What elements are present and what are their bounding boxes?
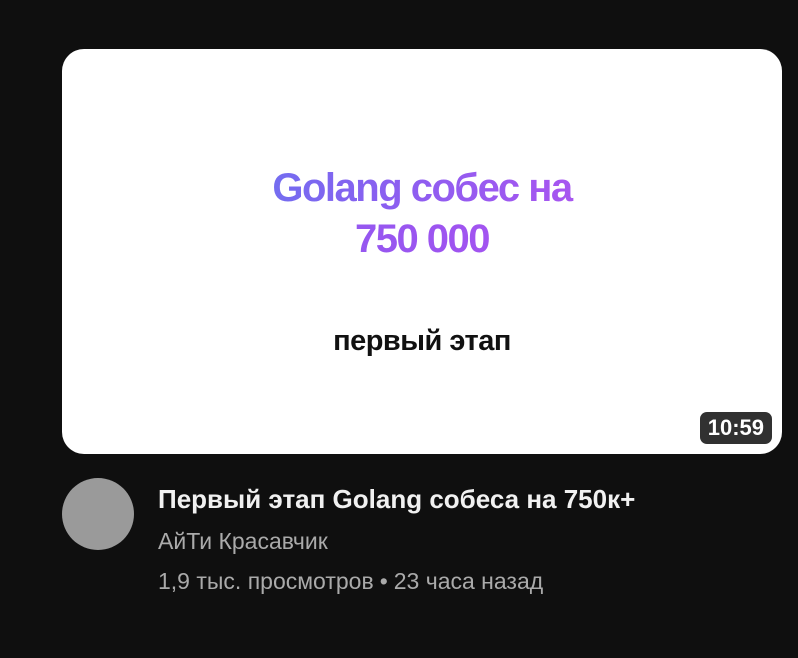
view-count: 1,9 тыс. просмотров bbox=[158, 568, 374, 594]
thumbnail-headline-line1: Golang собес на bbox=[62, 163, 782, 214]
video-meta: Первый этап Golang собеса на 750к+ АйТи … bbox=[158, 478, 778, 596]
page: Golang собес на 750 000 первый этап 10:5… bbox=[0, 0, 798, 658]
channel-avatar[interactable] bbox=[62, 478, 134, 550]
video-details: Первый этап Golang собеса на 750к+ АйТи … bbox=[62, 478, 782, 608]
video-stats: 1,9 тыс. просмотров • 23 часа назад bbox=[158, 566, 778, 596]
thumbnail-headline-line2: 750 000 bbox=[62, 214, 782, 265]
video-title[interactable]: Первый этап Golang собеса на 750к+ bbox=[158, 478, 778, 520]
thumbnail-subtitle: первый этап bbox=[333, 325, 511, 357]
thumbnail-headline: Golang собес на 750 000 bbox=[62, 163, 782, 265]
upload-age: 23 часа назад bbox=[393, 568, 544, 594]
duration-badge: 10:59 bbox=[699, 412, 772, 444]
channel-name[interactable]: АйТи Красавчик bbox=[158, 526, 778, 556]
video-card[interactable]: Golang собес на 750 000 первый этап 10:5… bbox=[62, 49, 782, 594]
video-thumbnail[interactable]: Golang собес на 750 000 первый этап 10:5… bbox=[62, 49, 782, 454]
separator-dot: • bbox=[379, 568, 388, 594]
